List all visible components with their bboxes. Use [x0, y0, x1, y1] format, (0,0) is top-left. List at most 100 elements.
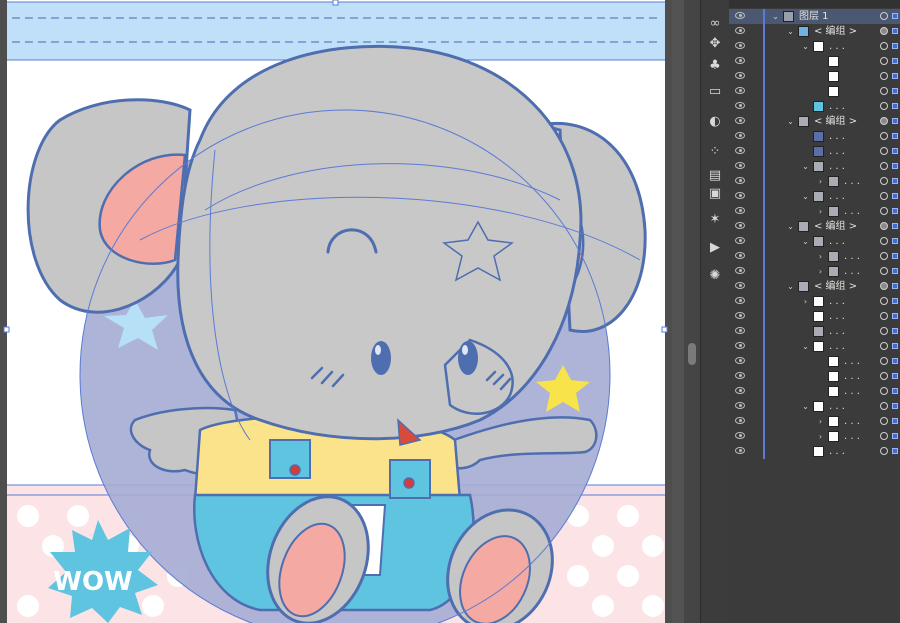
target-circle-icon[interactable] [880, 72, 888, 80]
target-circle-icon[interactable] [880, 387, 888, 395]
elephant-artwork[interactable]: WOW [0, 0, 672, 623]
layer-row[interactable]: . . . [729, 309, 900, 324]
layer-row[interactable]: ⌄ < 编组 > [729, 24, 900, 39]
eye-visibility-icon[interactable] [735, 177, 745, 184]
target-circle-icon[interactable] [880, 252, 888, 260]
layer-row[interactable]: › . . . [729, 294, 900, 309]
selection-indicator-icon[interactable] [892, 403, 898, 409]
target-circle-icon[interactable] [880, 27, 888, 35]
eye-visibility-icon[interactable] [735, 387, 745, 394]
selection-indicator-icon[interactable] [892, 208, 898, 214]
layer-row[interactable]: . . . [729, 354, 900, 369]
eye-visibility-icon[interactable] [735, 102, 745, 109]
eye-visibility-icon[interactable] [735, 252, 745, 259]
eye-visibility-icon[interactable] [735, 432, 745, 439]
selection-indicator-icon[interactable] [892, 298, 898, 304]
selection-indicator-icon[interactable] [892, 103, 898, 109]
chevron-down-icon[interactable]: ⌄ [786, 114, 795, 129]
eye-visibility-icon[interactable] [735, 12, 745, 19]
eye-visibility-icon[interactable] [735, 327, 745, 334]
layer-row[interactable]: ⌄ . . . [729, 189, 900, 204]
target-circle-icon[interactable] [880, 282, 888, 290]
selection-indicator-icon[interactable] [892, 88, 898, 94]
selection-indicator-icon[interactable] [892, 373, 898, 379]
target-circle-icon[interactable] [880, 237, 888, 245]
selection-indicator-icon[interactable] [892, 268, 898, 274]
eye-visibility-icon[interactable] [735, 117, 745, 124]
puppet-warp-icon[interactable]: ✥ [705, 34, 725, 54]
layer-row[interactable]: . . . [729, 99, 900, 114]
layer-row[interactable]: ⌄ . . . [729, 339, 900, 354]
chevron-down-icon[interactable]: ⌄ [786, 24, 795, 39]
layer-row[interactable]: ⌄ < 编组 > [729, 279, 900, 294]
chain-link-icon[interactable]: ∞ [705, 14, 725, 34]
selection-indicator-icon[interactable] [892, 283, 898, 289]
target-circle-icon[interactable] [880, 207, 888, 215]
selection-indicator-icon[interactable] [892, 28, 898, 34]
chevron-right-icon[interactable]: › [816, 264, 825, 279]
layer-row[interactable]: ⌄ . . . [729, 159, 900, 174]
layer-row[interactable]: ⌄ < 编组 > [729, 219, 900, 234]
anchor-handle[interactable] [332, 0, 339, 6]
anchor-handle[interactable] [3, 326, 10, 333]
chevron-down-icon[interactable]: ⌄ [771, 9, 780, 24]
target-circle-icon[interactable] [880, 417, 888, 425]
chevron-down-icon[interactable]: ⌄ [801, 234, 810, 249]
layer-row[interactable]: ⌄ < 编组 > [729, 114, 900, 129]
layer-row[interactable] [729, 84, 900, 99]
layer-row[interactable]: › . . . [729, 174, 900, 189]
eye-visibility-icon[interactable] [735, 357, 745, 364]
target-circle-icon[interactable] [880, 342, 888, 350]
layer-row[interactable]: . . . [729, 144, 900, 159]
eye-visibility-icon[interactable] [735, 402, 745, 409]
eye-visibility-icon[interactable] [735, 192, 745, 199]
club-symbol-icon[interactable]: ♣ [705, 56, 725, 76]
selection-indicator-icon[interactable] [892, 313, 898, 319]
target-circle-icon[interactable] [880, 102, 888, 110]
selection-indicator-icon[interactable] [892, 43, 898, 49]
eye-visibility-icon[interactable] [735, 342, 745, 349]
layer-row[interactable]: › . . . [729, 264, 900, 279]
layer-row[interactable]: › . . . [729, 414, 900, 429]
globe-icon[interactable]: ◐ [705, 112, 725, 132]
layer-row[interactable]: ⌄ . . . [729, 399, 900, 414]
layer-row[interactable]: › . . . [729, 429, 900, 444]
pathfinder-icon[interactable]: ▣ [705, 184, 725, 204]
scrollbar-thumb[interactable] [688, 343, 696, 365]
eye-visibility-icon[interactable] [735, 297, 745, 304]
anchor-handle[interactable] [661, 326, 668, 333]
target-circle-icon[interactable] [880, 447, 888, 455]
chevron-down-icon[interactable]: ⌄ [801, 339, 810, 354]
layer-row[interactable] [729, 69, 900, 84]
target-circle-icon[interactable] [880, 267, 888, 275]
chevron-right-icon[interactable]: › [816, 429, 825, 444]
selection-indicator-icon[interactable] [892, 238, 898, 244]
target-circle-icon[interactable] [880, 12, 888, 20]
selection-indicator-icon[interactable] [892, 388, 898, 394]
eye-visibility-icon[interactable] [735, 132, 745, 139]
layer-row[interactable]: . . . [729, 369, 900, 384]
layer-row[interactable]: . . . [729, 129, 900, 144]
eye-visibility-icon[interactable] [735, 42, 745, 49]
eye-visibility-icon[interactable] [735, 57, 745, 64]
chevron-down-icon[interactable]: ⌄ [786, 279, 795, 294]
eye-visibility-icon[interactable] [735, 207, 745, 214]
chevron-down-icon[interactable]: ⌄ [801, 39, 810, 54]
selection-indicator-icon[interactable] [892, 133, 898, 139]
eye-visibility-icon[interactable] [735, 282, 745, 289]
target-circle-icon[interactable] [880, 57, 888, 65]
selection-indicator-icon[interactable] [892, 58, 898, 64]
target-circle-icon[interactable] [880, 177, 888, 185]
target-circle-icon[interactable] [880, 132, 888, 140]
layer-row[interactable]: ⌄ 图层 1 [729, 9, 900, 24]
eye-visibility-icon[interactable] [735, 27, 745, 34]
selection-indicator-icon[interactable] [892, 178, 898, 184]
dot-grid-icon[interactable]: ⁘ [705, 142, 725, 162]
eye-visibility-icon[interactable] [735, 72, 745, 79]
gradient-box-icon[interactable]: ▭ [705, 82, 725, 102]
target-circle-icon[interactable] [880, 402, 888, 410]
selection-indicator-icon[interactable] [892, 418, 898, 424]
layer-row[interactable]: ⌄ . . . [729, 39, 900, 54]
target-circle-icon[interactable] [880, 327, 888, 335]
eye-visibility-icon[interactable] [735, 162, 745, 169]
